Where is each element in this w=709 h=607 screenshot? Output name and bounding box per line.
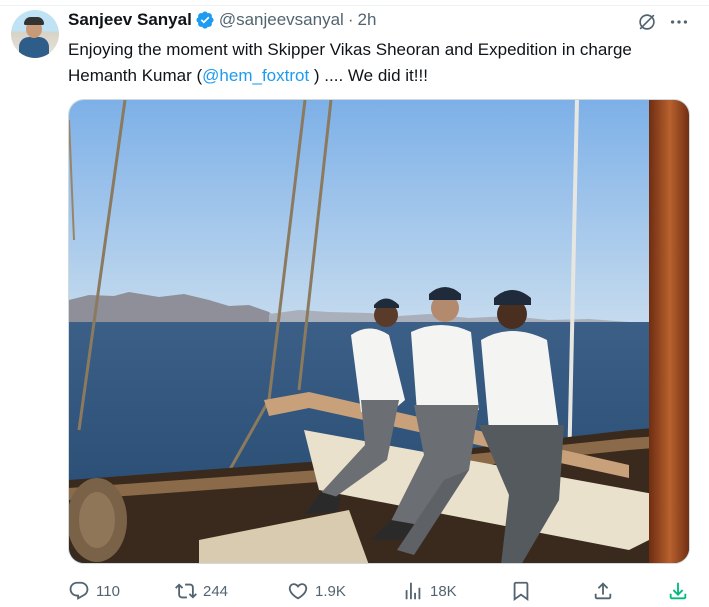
reply-count: 110	[96, 582, 120, 600]
like-count: 1.9K	[315, 582, 346, 600]
tweet-header: Sanjeev Sanyal @sanjeevsanyal · 2h	[68, 9, 376, 31]
like-button[interactable]: 1.9K	[287, 579, 346, 603]
tweet-text-part: ) .... We did it!!!	[309, 66, 428, 85]
download-icon	[669, 582, 687, 600]
verified-badge-icon[interactable]	[195, 10, 215, 30]
share-icon	[594, 582, 612, 600]
mention-link[interactable]: @hem_foxtrot	[202, 66, 309, 85]
author-name[interactable]: Sanjeev Sanyal	[68, 10, 192, 30]
reply-button[interactable]: 110	[68, 579, 120, 603]
bookmark-button[interactable]	[510, 579, 532, 603]
reply-icon	[69, 581, 89, 600]
more-icon[interactable]	[668, 11, 690, 33]
views-icon	[405, 582, 421, 600]
author-avatar[interactable]	[11, 10, 59, 58]
action-bar: 110 244 1.9K 18K	[68, 579, 698, 603]
retweet-icon	[175, 583, 197, 599]
author-handle[interactable]: @sanjeevsanyal	[219, 10, 344, 30]
separator-dot: ·	[347, 10, 354, 29]
retweet-count: 244	[203, 582, 229, 600]
download-button[interactable]	[667, 579, 689, 603]
tweet-timestamp[interactable]: 2h	[357, 10, 376, 30]
photo-scene	[69, 100, 689, 563]
views-count: 18K	[430, 582, 457, 600]
tweet-photo[interactable]	[68, 99, 690, 564]
views-button[interactable]: 18K	[402, 579, 457, 603]
grok-icon[interactable]	[636, 11, 658, 33]
like-icon	[288, 583, 308, 600]
bookmark-icon	[513, 581, 529, 602]
tweet-text: Enjoying the moment with Skipper Vikas S…	[68, 37, 698, 89]
previous-tweet-divider	[0, 0, 709, 6]
share-button[interactable]	[592, 579, 614, 603]
retweet-button[interactable]: 244	[175, 579, 228, 603]
